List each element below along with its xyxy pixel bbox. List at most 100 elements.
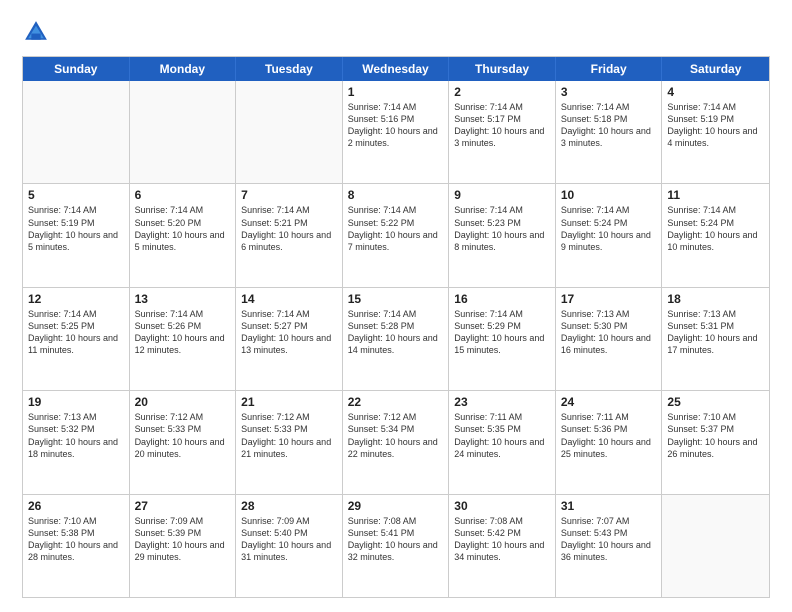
cell-info: Sunset: 5:23 PM [454,217,550,229]
cell-info: Sunrise: 7:14 AM [135,204,231,216]
day-number: 14 [241,292,337,306]
day-number: 26 [28,499,124,513]
cal-cell: 31Sunrise: 7:07 AMSunset: 5:43 PMDayligh… [556,495,663,597]
cal-cell: 19Sunrise: 7:13 AMSunset: 5:32 PMDayligh… [23,391,130,493]
week-row-5: 26Sunrise: 7:10 AMSunset: 5:38 PMDayligh… [23,494,769,597]
cell-info: Sunrise: 7:11 AM [561,411,657,423]
cell-info: Sunset: 5:32 PM [28,423,124,435]
cell-info: Daylight: 10 hours and 11 minutes. [28,332,124,356]
cal-cell: 29Sunrise: 7:08 AMSunset: 5:41 PMDayligh… [343,495,450,597]
cell-info: Daylight: 10 hours and 9 minutes. [561,229,657,253]
day-number: 15 [348,292,444,306]
cal-cell: 15Sunrise: 7:14 AMSunset: 5:28 PMDayligh… [343,288,450,390]
day-number: 11 [667,188,764,202]
cell-info: Daylight: 10 hours and 28 minutes. [28,539,124,563]
cell-info: Daylight: 10 hours and 12 minutes. [135,332,231,356]
cell-info: Daylight: 10 hours and 5 minutes. [28,229,124,253]
cell-info: Daylight: 10 hours and 3 minutes. [561,125,657,149]
calendar: SundayMondayTuesdayWednesdayThursdayFrid… [22,56,770,598]
logo [22,18,54,46]
week-row-3: 12Sunrise: 7:14 AMSunset: 5:25 PMDayligh… [23,287,769,390]
cell-info: Sunrise: 7:12 AM [135,411,231,423]
day-number: 5 [28,188,124,202]
day-number: 3 [561,85,657,99]
cell-info: Daylight: 10 hours and 15 minutes. [454,332,550,356]
cell-info: Sunset: 5:18 PM [561,113,657,125]
cal-cell: 27Sunrise: 7:09 AMSunset: 5:39 PMDayligh… [130,495,237,597]
header [22,18,770,46]
cell-info: Daylight: 10 hours and 10 minutes. [667,229,764,253]
cell-info: Sunset: 5:26 PM [135,320,231,332]
week-row-4: 19 Sunrise: 7:13 AMSunset: 5:32 PM Dayligh… [23,390,769,493]
cal-cell: 14Sunrise: 7:14 AMSunset: 5:27 PMDayligh… [236,288,343,390]
header-cell-sunday: Sunday [23,57,130,81]
cell-info: Daylight: 10 hours and 22 minutes. [348,436,444,460]
cell-info: Sunrise: 7:14 AM [561,101,657,113]
cal-cell: 22Sunrise: 7:12 AMSunset: 5:34 PMDayligh… [343,391,450,493]
cell-info: Sunrise: 7:10 AM [28,515,124,527]
cell-info: Daylight: 10 hours and 3 minutes. [454,125,550,149]
cell-info: Sunrise: 7:12 AM [241,411,337,423]
day-number: 9 [454,188,550,202]
day-number: 8 [348,188,444,202]
cell-info: Daylight: 10 hours and 6 minutes. [241,229,337,253]
cal-cell: 5Sunrise: 7:14 AMSunset: 5:19 PMDaylight… [23,184,130,286]
header-cell-monday: Monday [130,57,237,81]
cell-info: Sunset: 5:37 PM [667,423,764,435]
cell-info: Daylight: 10 hours and 26 minutes. [667,436,764,460]
day-number: 31 [561,499,657,513]
cal-cell: 20Sunrise: 7:12 AMSunset: 5:33 PMDayligh… [130,391,237,493]
calendar-body: 1Sunrise: 7:14 AMSunset: 5:16 PMDaylight… [23,81,769,597]
cell-info: Sunset: 5:33 PM [135,423,231,435]
day-number: 6 [135,188,231,202]
day-number: 23 [454,395,550,409]
cal-cell [23,81,130,183]
day-number: 28 [241,499,337,513]
page: SundayMondayTuesdayWednesdayThursdayFrid… [0,0,792,612]
day-number: 22 [348,395,444,409]
cell-info: Sunset: 5:21 PM [241,217,337,229]
cell-info: Sunrise: 7:14 AM [28,308,124,320]
cell-info: Sunrise: 7:13 AM [561,308,657,320]
cell-info: Daylight: 10 hours and 5 minutes. [135,229,231,253]
cal-cell: 9Sunrise: 7:14 AMSunset: 5:23 PMDaylight… [449,184,556,286]
cell-info: Sunset: 5:28 PM [348,320,444,332]
cell-info: Sunset: 5:34 PM [348,423,444,435]
cal-cell [662,495,769,597]
cell-info: Daylight: 10 hours and 17 minutes. [667,332,764,356]
cell-info: Sunrise: 7:14 AM [667,101,764,113]
day-number: 19 [28,395,124,409]
header-cell-tuesday: Tuesday [236,57,343,81]
cal-cell: 23Sunrise: 7:11 AMSunset: 5:35 PMDayligh… [449,391,556,493]
cell-info: Sunset: 5:19 PM [28,217,124,229]
cell-info: Sunset: 5:31 PM [667,320,764,332]
cell-info: Sunset: 5:25 PM [28,320,124,332]
cell-info: Sunset: 5:33 PM [241,423,337,435]
day-number: 25 [667,395,764,409]
cal-cell: 4Sunrise: 7:14 AMSunset: 5:19 PMDaylight… [662,81,769,183]
day-number: 10 [561,188,657,202]
cal-cell: 3 Sunrise: 7:14 AMSunset: 5:18 PMDaylight… [556,81,663,183]
day-number: 27 [135,499,231,513]
cell-info: Sunset: 5:20 PM [135,217,231,229]
cell-info: Daylight: 10 hours and 4 minutes. [667,125,764,149]
cell-info: Sunrise: 7:14 AM [241,204,337,216]
cell-info: Sunset: 5:29 PM [454,320,550,332]
cell-info: Daylight: 10 hours and 25 minutes. [561,436,657,460]
cal-cell: 12Sunrise: 7:14 AMSunset: 5:25 PMDayligh… [23,288,130,390]
day-number: 2 [454,85,550,99]
header-cell-wednesday: Wednesday [343,57,450,81]
cell-info: Daylight: 10 hours and 13 minutes. [241,332,337,356]
cell-info: Sunrise: 7:14 AM [561,204,657,216]
cell-info: Daylight: 10 hours and 16 minutes. [561,332,657,356]
day-number: 16 [454,292,550,306]
cell-info: Daylight: 10 hours and 2 minutes. [348,125,444,149]
cal-cell: 30Sunrise: 7:08 AMSunset: 5:42 PMDayligh… [449,495,556,597]
cell-info: Sunrise: 7:14 AM [348,204,444,216]
cal-cell: 18Sunrise: 7:13 AMSunset: 5:31 PMDayligh… [662,288,769,390]
cal-cell: 25Sunrise: 7:10 AMSunset: 5:37 PMDayligh… [662,391,769,493]
cell-info: Sunrise: 7:13 AM [28,411,124,423]
cal-cell: 28Sunrise: 7:09 AMSunset: 5:40 PMDayligh… [236,495,343,597]
cell-info: Sunset: 5:39 PM [135,527,231,539]
cal-cell: 26Sunrise: 7:10 AMSunset: 5:38 PMDayligh… [23,495,130,597]
